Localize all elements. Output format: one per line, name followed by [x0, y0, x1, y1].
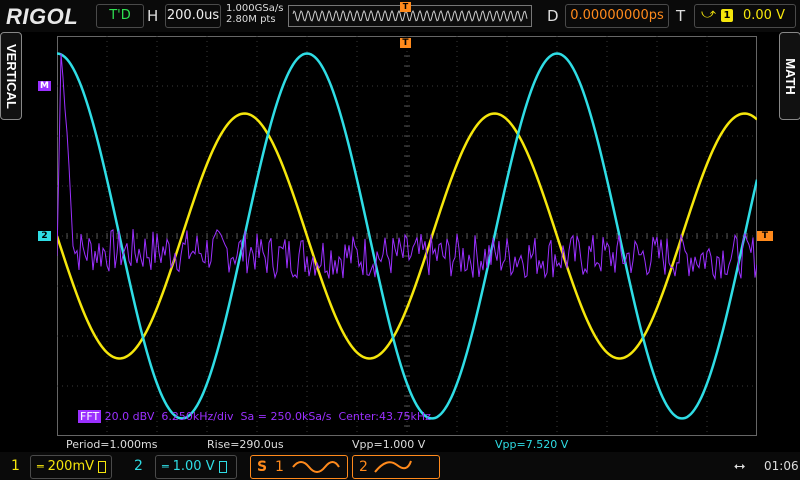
ch2-offset-marker[interactable]: 2 [38, 231, 51, 241]
trigger-position-top-marker[interactable]: T [400, 2, 411, 12]
ch2-label: 2 [134, 458, 143, 474]
math-channel-2: 2 [359, 459, 368, 475]
usb-icon: ⭤ [734, 458, 746, 474]
dc-coupling-icon: ═ [162, 460, 169, 473]
math-channel-1: 1 [275, 459, 284, 475]
waveform-display[interactable] [57, 36, 757, 436]
trigger-position-marker[interactable]: T [400, 38, 411, 48]
sine-wave-icon [292, 461, 340, 473]
fft-info-line: FFT 20.0 dBV 6.250kHz/div Sa = 250.0kSa/… [78, 410, 431, 423]
trigger-source-badge: 1 [721, 9, 733, 22]
math-source-box[interactable]: S 1 [250, 455, 348, 479]
sawtooth-wave-icon [374, 460, 412, 473]
delay-value[interactable]: 0.00000000ps [565, 4, 669, 28]
sample-rate: 1.000GSa/s [226, 3, 284, 14]
measurement-vpp-ch2: Vpp=7.520 V [495, 438, 569, 451]
sample-rate-readout: 1.000GSa/s 2.80M pts [226, 3, 283, 25]
math-s-label: S [257, 459, 268, 475]
measurement-period: Period=1.000ms [66, 438, 158, 451]
math2-source-box[interactable]: 2 [352, 455, 440, 479]
bandwidth-limit-icon [218, 460, 227, 473]
ch1-scale-box[interactable]: ═ 200mV [30, 455, 112, 479]
run-status-badge[interactable]: T'D [96, 4, 144, 28]
ch1-scale: 200mV [47, 459, 94, 474]
trigger-label: T [676, 7, 686, 25]
fft-tag: FFT [78, 410, 102, 423]
dc-coupling-icon: ═ [37, 460, 44, 473]
delay-label: D [547, 7, 559, 25]
math-offset-marker[interactable]: M [38, 81, 51, 91]
measurement-rise: Rise=290.0us [207, 438, 284, 451]
clock: 01:06 [764, 459, 799, 473]
timebase-value[interactable]: 200.0us [165, 4, 221, 28]
vertical-menu-tab[interactable]: VERTICAL [0, 32, 22, 120]
math-menu-tab[interactable]: MATH [779, 32, 800, 120]
trigger-settings-box[interactable]: ⤻ 1 0.00 V [694, 4, 796, 28]
trigger-level-value: 0.00 V [743, 8, 785, 23]
ch2-scale-box[interactable]: ═ 1.00 V [155, 455, 237, 479]
fft-parameters: 20.0 dBV 6.250kHz/div Sa = 250.0kSa/s Ce… [101, 410, 431, 423]
memory-depth: 2.80M pts [226, 14, 276, 25]
vertical-tab-label: VERTICAL [3, 43, 19, 109]
ch2-scale: 1.00 V [172, 459, 215, 474]
horizontal-label: H [147, 7, 159, 25]
math-tab-label: MATH [782, 57, 798, 95]
rising-edge-icon: ⤻ [701, 6, 716, 22]
trigger-level-marker[interactable]: T [757, 231, 773, 241]
bandwidth-limit-icon [98, 460, 106, 473]
ch1-label: 1 [11, 458, 20, 474]
measurement-vpp-ch1: Vpp=1.000 V [352, 438, 426, 451]
graticule [57, 36, 757, 436]
brand-logo: RIGOL [6, 4, 79, 29]
